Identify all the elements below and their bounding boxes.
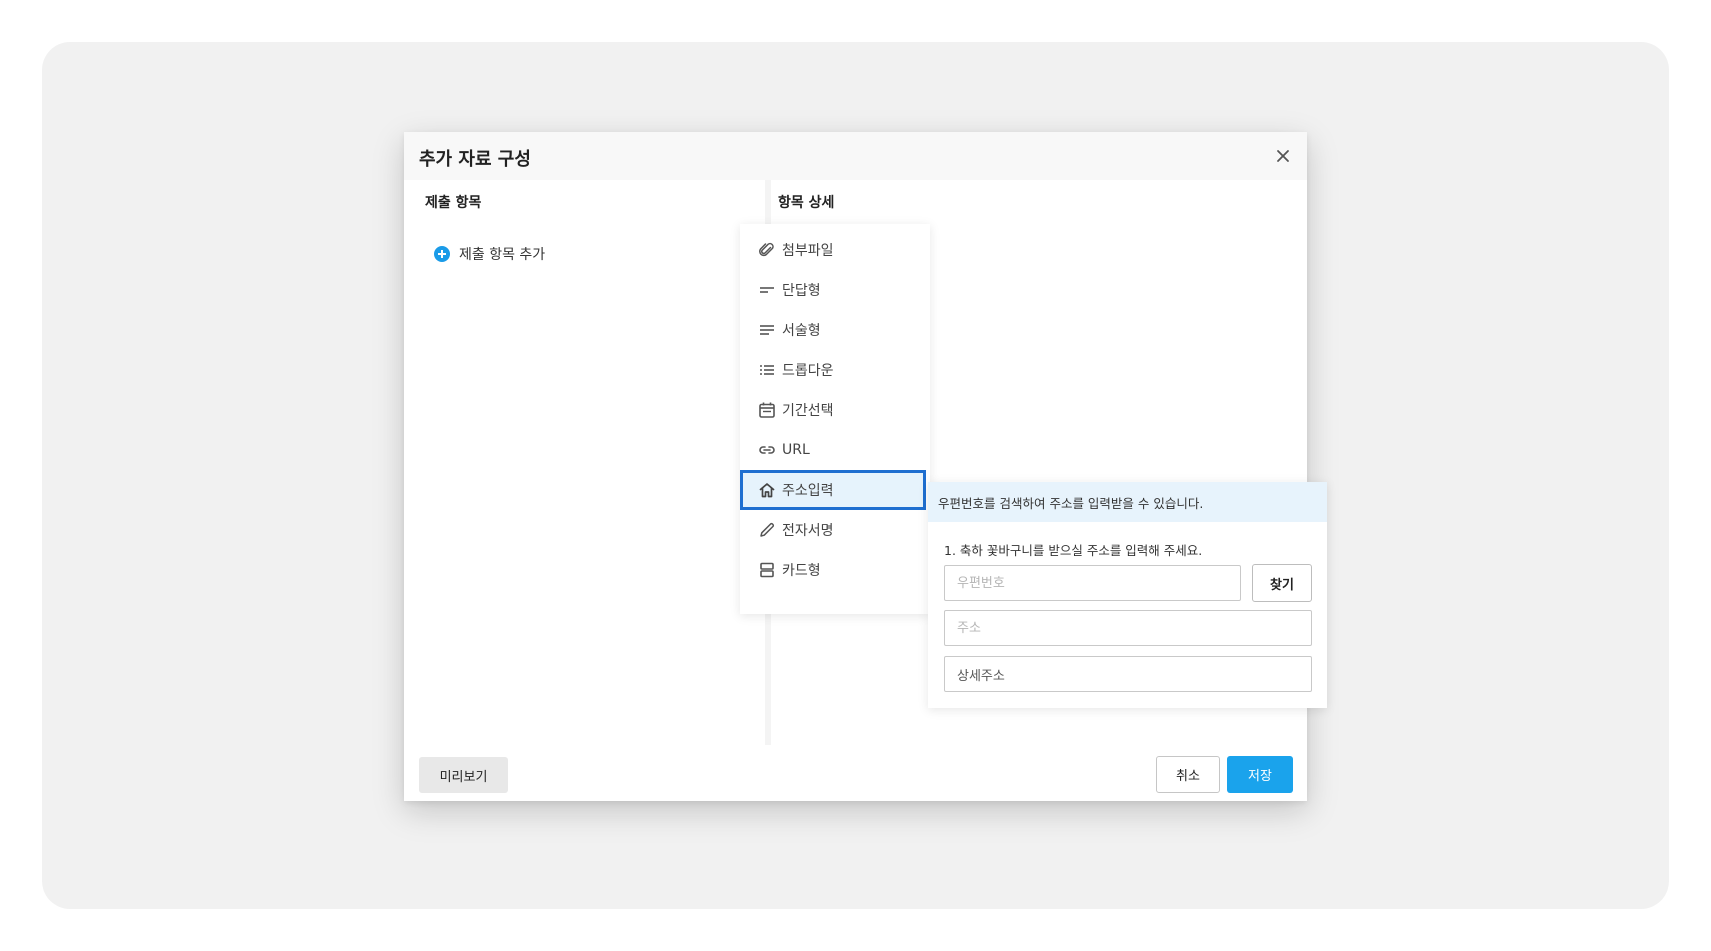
- home-icon: [759, 483, 775, 498]
- type-item-card[interactable]: 카드형: [740, 550, 926, 590]
- long-text-icon: [760, 325, 774, 335]
- type-description: 우편번호를 검색하여 주소를 입력받을 수 있습니다.: [928, 482, 1327, 522]
- detail-address-field[interactable]: [944, 656, 1312, 692]
- type-item-short-answer[interactable]: 단답형: [740, 270, 926, 310]
- dialog-title: 추가 자료 구성: [419, 149, 531, 170]
- pencil-icon: [760, 522, 775, 537]
- type-item-dropdown[interactable]: 드롭다운: [740, 350, 926, 390]
- type-item-label: 기간선택: [782, 403, 834, 419]
- preview-button[interactable]: 미리보기: [419, 757, 508, 793]
- type-item-label: URL: [782, 442, 810, 458]
- type-item-long-answer[interactable]: 서술형: [740, 310, 926, 350]
- type-item-label: 주소입력: [782, 483, 834, 499]
- type-item-e-signature[interactable]: 전자서명: [740, 510, 926, 550]
- save-button[interactable]: 저장: [1227, 756, 1293, 793]
- item-detail-heading: 항목 상세: [778, 195, 835, 211]
- submission-items-heading: 제출 항목: [425, 195, 482, 211]
- preview-question: 1. 축하 꽃바구니를 받으실 주소를 입력해 주세요.: [944, 543, 1203, 558]
- link-icon: [759, 446, 775, 454]
- type-item-label: 단답형: [782, 283, 821, 299]
- item-type-menu: 첨부파일 단답형 서술형 드롭다운 기간선택 URL 주소입력 전자서명 카드형: [740, 224, 930, 614]
- find-postcode-button[interactable]: 찾기: [1252, 564, 1312, 602]
- paperclip-icon: [759, 242, 774, 257]
- type-item-attachment[interactable]: 첨부파일: [740, 230, 926, 270]
- type-item-label: 첨부파일: [782, 243, 834, 259]
- type-item-label: 서술형: [782, 323, 821, 339]
- add-submission-item-label: 제출 항목 추가: [459, 247, 546, 263]
- list-icon: [760, 365, 774, 375]
- type-item-address[interactable]: 주소입력: [740, 470, 926, 510]
- postcode-field[interactable]: [944, 565, 1241, 601]
- add-submission-item-button[interactable]: 제출 항목 추가: [434, 244, 545, 264]
- dialog-header: 추가 자료 구성: [404, 132, 1307, 180]
- type-item-url[interactable]: URL: [740, 430, 926, 470]
- short-text-icon: [760, 287, 774, 293]
- card-icon: [760, 562, 774, 578]
- address-field[interactable]: [944, 610, 1312, 646]
- type-item-label: 전자서명: [782, 523, 834, 539]
- type-item-label: 카드형: [782, 563, 821, 579]
- type-item-label: 드롭다운: [782, 363, 834, 379]
- type-item-date-range[interactable]: 기간선택: [740, 390, 926, 430]
- additional-materials-dialog: 추가 자료 구성 제출 항목 제출 항목 추가 항목 상세 첨부파일 단답형 서…: [404, 132, 1327, 801]
- address-input-preview-card: 우편번호를 검색하여 주소를 입력받을 수 있습니다. 1. 축하 꽃바구니를 …: [928, 482, 1327, 708]
- calendar-icon: [759, 402, 775, 418]
- cancel-button[interactable]: 취소: [1156, 756, 1220, 793]
- close-icon[interactable]: [1273, 146, 1293, 166]
- plus-circle-icon: [434, 246, 450, 262]
